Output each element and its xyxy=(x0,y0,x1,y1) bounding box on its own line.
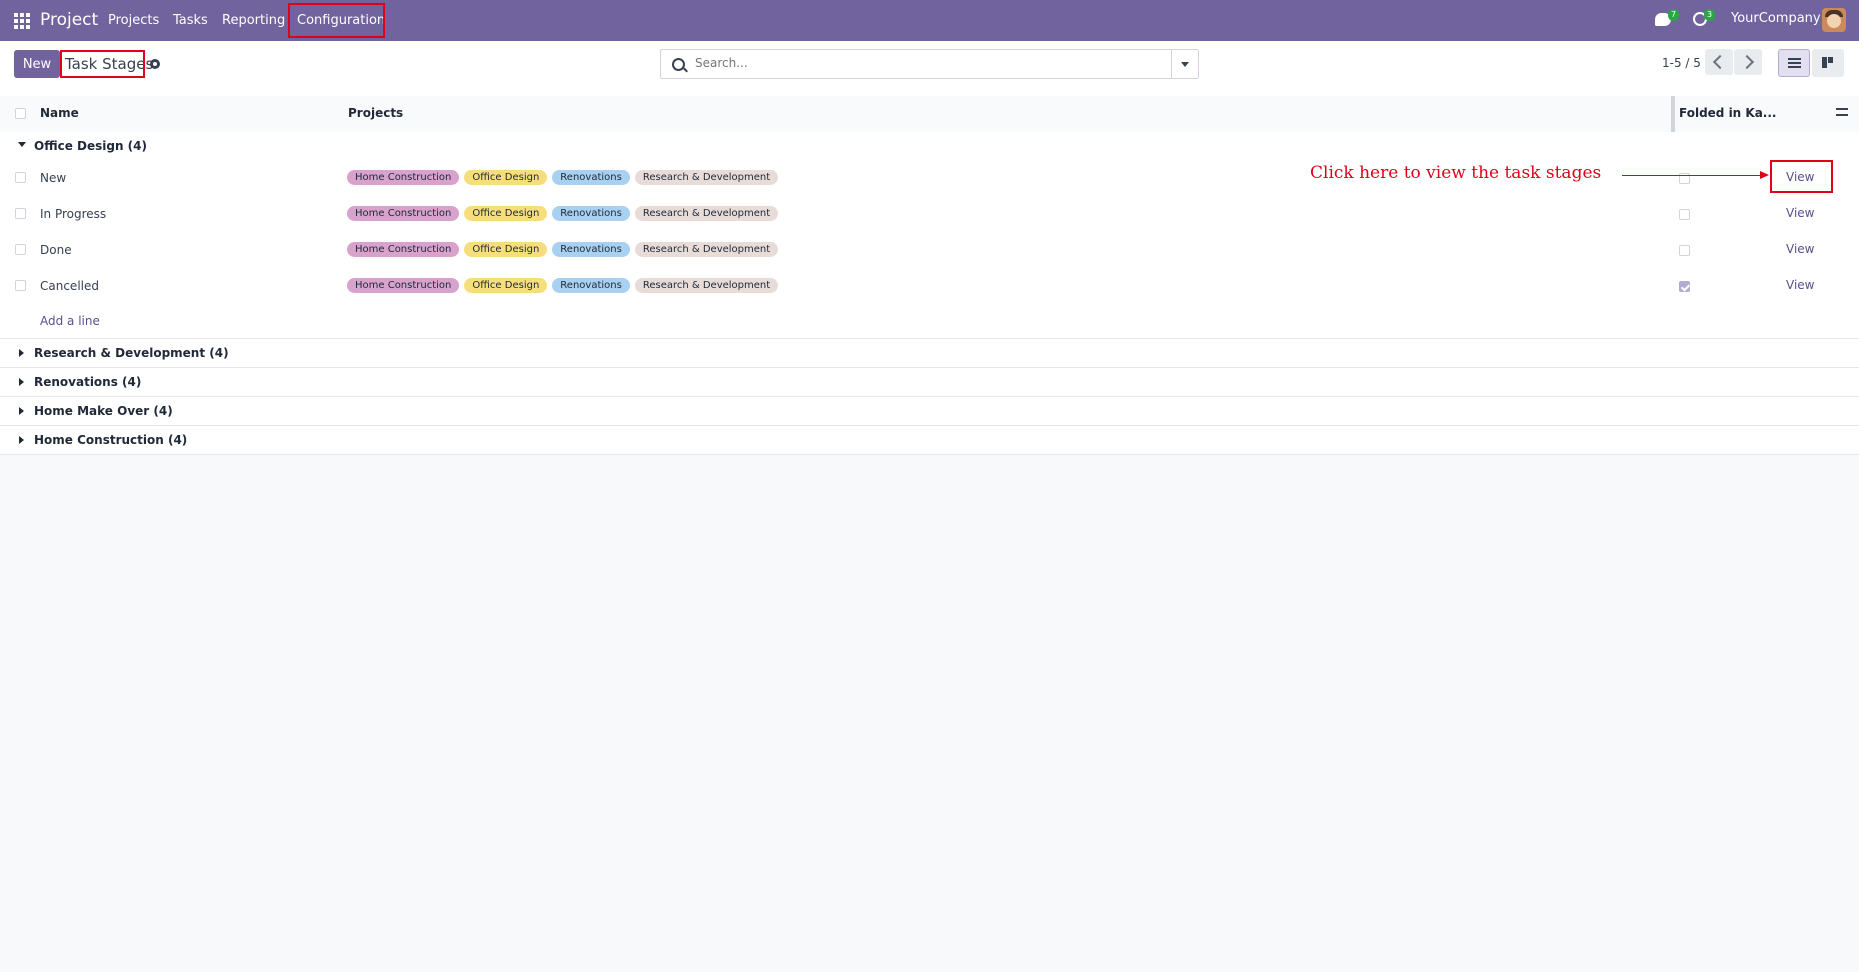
apps-menu-icon[interactable] xyxy=(14,13,30,29)
arrow-right-icon xyxy=(1760,171,1769,179)
folded-checkbox-checked[interactable] xyxy=(1679,281,1690,292)
tag-renovations: Renovations xyxy=(552,170,630,185)
view-button[interactable]: View xyxy=(1786,206,1814,220)
gear-icon[interactable] xyxy=(150,59,160,69)
caret-right-icon xyxy=(19,378,24,386)
project-tags: Home Construction Office Design Renovati… xyxy=(347,170,779,185)
search-input[interactable] xyxy=(693,55,1117,71)
group-home-make-over[interactable]: Home Make Over (4) xyxy=(0,397,1859,426)
list-view-button[interactable] xyxy=(1778,49,1810,77)
add-line-row: Add a line xyxy=(0,304,1859,339)
table-row[interactable]: In Progress Home Construction Office Des… xyxy=(0,196,1859,233)
caret-right-icon xyxy=(19,349,24,357)
view-button[interactable]: View xyxy=(1786,278,1814,292)
stage-name: In Progress xyxy=(40,207,107,221)
menu-tasks[interactable]: Tasks xyxy=(173,13,208,28)
tag-renovations: Renovations xyxy=(552,242,630,257)
column-name[interactable]: Name xyxy=(40,106,79,120)
project-tags: Home Construction Office Design Renovati… xyxy=(347,278,779,293)
folded-checkbox[interactable] xyxy=(1679,245,1690,256)
select-all-checkbox[interactable] xyxy=(15,108,26,119)
stage-name: Cancelled xyxy=(40,279,99,293)
new-button[interactable]: New xyxy=(14,50,60,78)
title-highlight-box xyxy=(60,50,145,78)
group-label: Home Make Over (4) xyxy=(34,404,173,418)
stage-name: New xyxy=(40,171,67,185)
column-folded[interactable]: Folded in Ka... xyxy=(1679,106,1776,120)
group-renovations[interactable]: Renovations (4) xyxy=(0,368,1859,397)
kanban-icon xyxy=(1822,57,1827,68)
view-highlight-box xyxy=(1770,160,1833,193)
group-label: Office Design (4) xyxy=(34,139,147,153)
row-checkbox[interactable] xyxy=(15,172,26,183)
messages-badge: 7 xyxy=(1668,9,1680,21)
project-tags: Home Construction Office Design Renovati… xyxy=(347,206,779,221)
caret-down-icon xyxy=(18,142,26,147)
tag-home-construction: Home Construction xyxy=(347,242,460,257)
caret-right-icon xyxy=(19,407,24,415)
tag-renovations: Renovations xyxy=(552,206,630,221)
optional-columns-icon[interactable] xyxy=(1836,106,1848,118)
menu-reporting[interactable]: Reporting xyxy=(222,13,285,28)
row-checkbox[interactable] xyxy=(15,208,26,219)
tag-office-design: Office Design xyxy=(464,170,548,185)
annotation-arrow-line xyxy=(1622,175,1762,176)
tag-research-development: Research & Development xyxy=(634,278,779,293)
group-label: Research & Development (4) xyxy=(34,346,229,360)
caret-right-icon xyxy=(19,436,24,444)
configuration-highlight-box xyxy=(288,3,385,38)
group-label: Home Construction (4) xyxy=(34,433,188,447)
app-name[interactable]: Project xyxy=(40,10,98,30)
chevron-left-icon xyxy=(1712,54,1728,70)
control-panel: New Task Stages 1-5 / 5 xyxy=(0,41,1859,97)
tag-research-development: Research & Development xyxy=(634,206,779,221)
tag-research-development: Research & Development xyxy=(634,170,779,185)
tag-office-design: Office Design xyxy=(464,278,548,293)
chevron-right-icon xyxy=(1739,54,1755,70)
folded-checkbox[interactable] xyxy=(1679,209,1690,220)
table-row[interactable]: Cancelled Home Construction Office Desig… xyxy=(0,268,1859,305)
column-resize-handle[interactable] xyxy=(1671,96,1675,132)
search-icon[interactable] xyxy=(672,58,685,71)
tag-research-development: Research & Development xyxy=(634,242,779,257)
table-header: Name Projects Folded in Ka... xyxy=(0,96,1859,133)
project-tags: Home Construction Office Design Renovati… xyxy=(347,242,779,257)
table-row[interactable]: Done Home Construction Office Design Ren… xyxy=(0,232,1859,269)
pager-value[interactable]: 1-5 / 5 xyxy=(1662,56,1701,70)
tag-office-design: Office Design xyxy=(464,242,548,257)
group-research-development[interactable]: Research & Development (4) xyxy=(0,339,1859,368)
activities-badge: 3 xyxy=(1704,9,1716,21)
view-button[interactable]: View xyxy=(1786,242,1814,256)
top-navbar: Project Projects Tasks Reporting Configu… xyxy=(0,0,1859,41)
tag-office-design: Office Design xyxy=(464,206,548,221)
pager-previous-button[interactable] xyxy=(1705,49,1733,75)
menu-projects[interactable]: Projects xyxy=(108,13,159,28)
pager-next-button[interactable] xyxy=(1734,49,1762,75)
tag-home-construction: Home Construction xyxy=(347,278,460,293)
company-switcher[interactable]: YourCompany xyxy=(1731,11,1821,26)
kanban-view-button[interactable] xyxy=(1812,49,1844,77)
group-office-design[interactable]: Office Design (4) xyxy=(0,132,1859,161)
group-label: Renovations (4) xyxy=(34,375,142,389)
group-home-construction[interactable]: Home Construction (4) xyxy=(0,426,1859,455)
tag-renovations: Renovations xyxy=(552,278,630,293)
row-checkbox[interactable] xyxy=(15,244,26,255)
stage-name: Done xyxy=(40,243,72,257)
add-line-link[interactable]: Add a line xyxy=(40,314,100,328)
annotation-text: Click here to view the task stages xyxy=(1310,163,1602,183)
search-options-toggle[interactable] xyxy=(1171,50,1198,78)
row-checkbox[interactable] xyxy=(15,280,26,291)
user-avatar[interactable] xyxy=(1822,8,1846,32)
column-projects[interactable]: Projects xyxy=(348,106,403,120)
tag-home-construction: Home Construction xyxy=(347,170,460,185)
tag-home-construction: Home Construction xyxy=(347,206,460,221)
search-bar xyxy=(660,49,1199,79)
